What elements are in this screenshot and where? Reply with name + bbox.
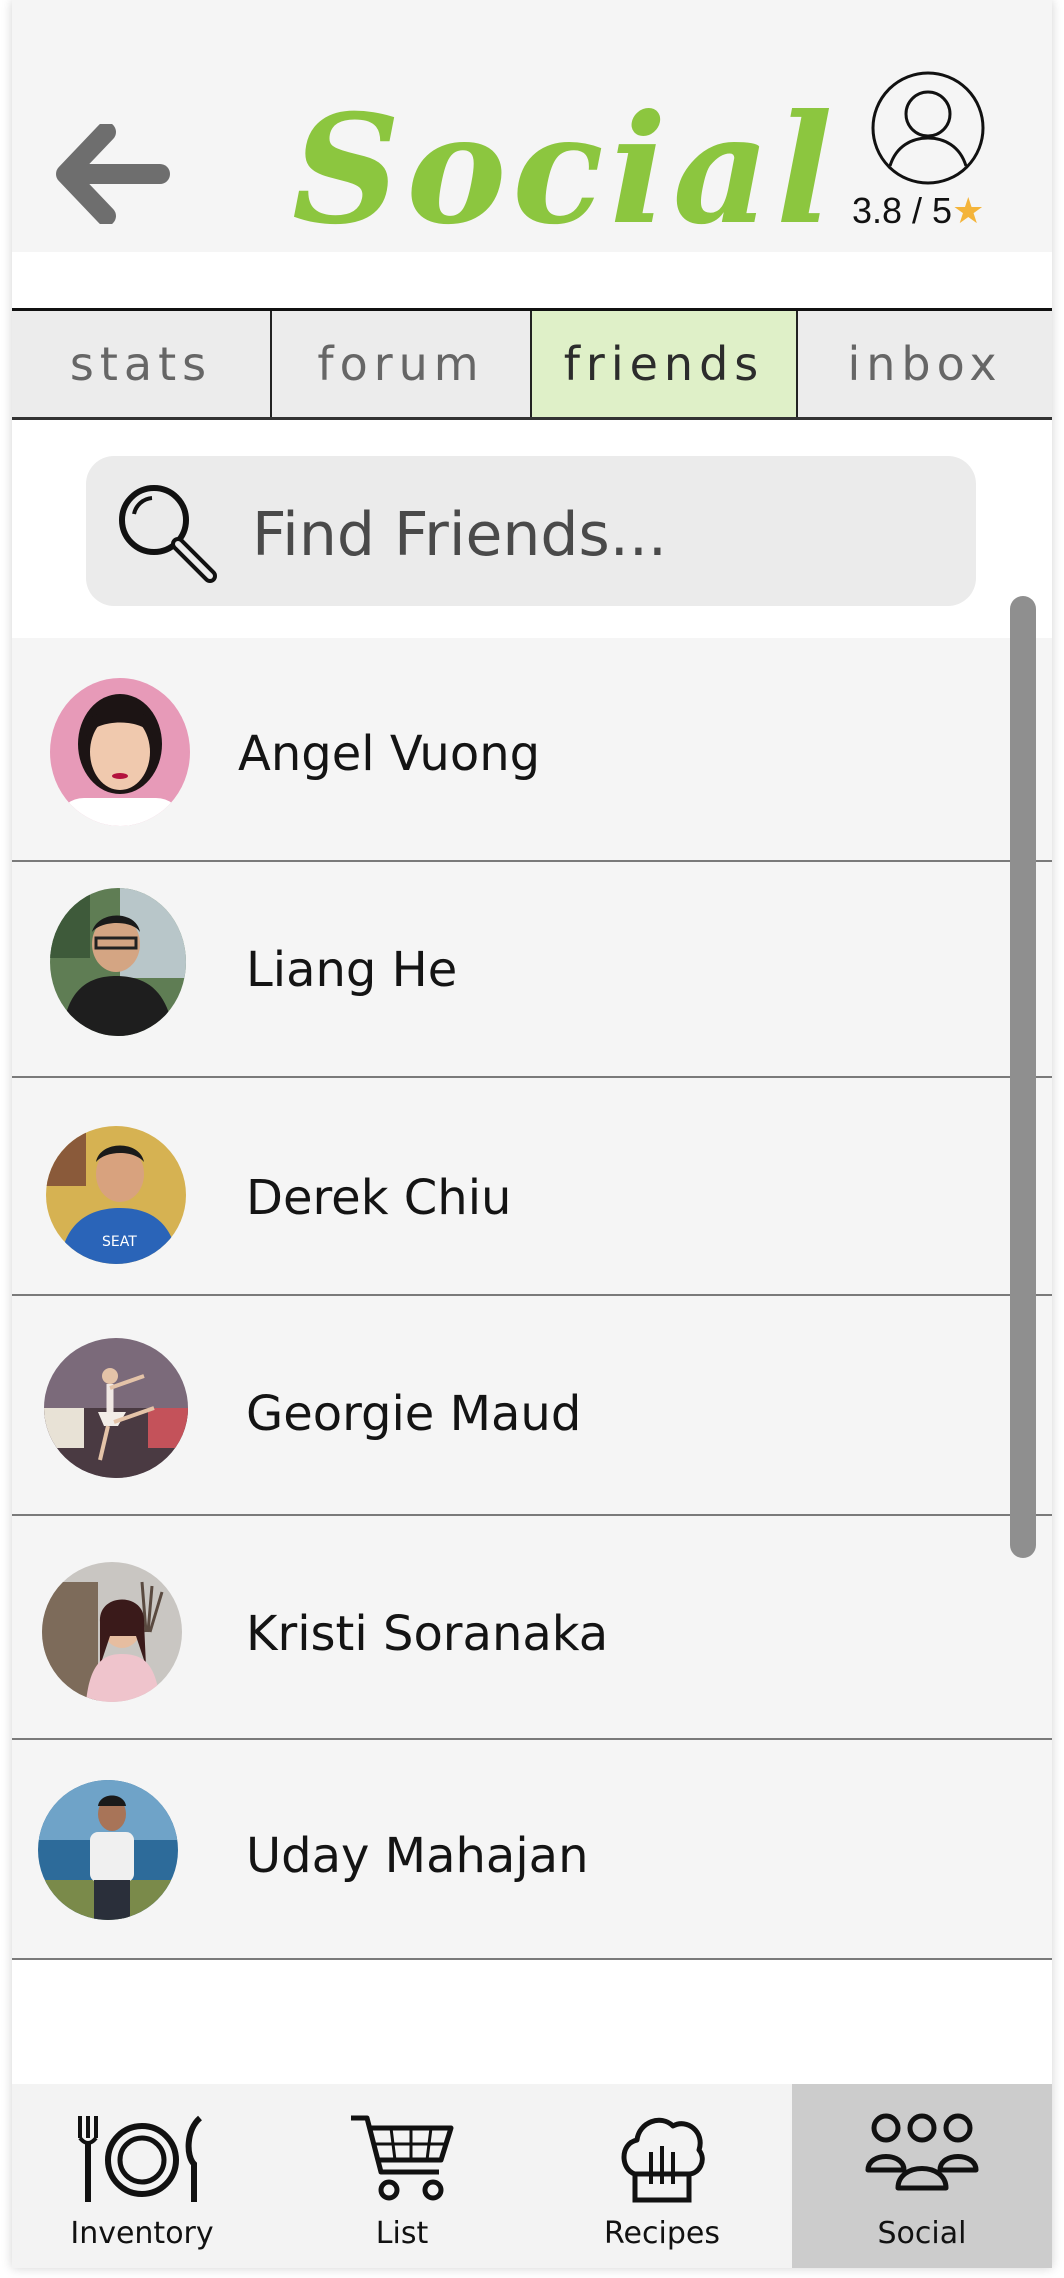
- scrollbar[interactable]: [1010, 596, 1036, 1558]
- profile-button[interactable]: [870, 70, 986, 186]
- friend-avatar: [42, 1562, 182, 1702]
- friend-avatar: [50, 888, 186, 1036]
- rating-value: 3.8 / 5: [852, 190, 953, 231]
- plate-cutlery-icon: [78, 2115, 203, 2202]
- header: Social 3.8 / 5★: [12, 0, 1052, 252]
- friend-name: Kristi Soranaka: [246, 1606, 609, 1662]
- tab-inbox[interactable]: inbox: [798, 311, 1052, 417]
- cart-icon: [351, 2115, 454, 2201]
- back-button[interactable]: [56, 122, 172, 226]
- friend-row[interactable]: Uday Mahajan: [12, 1740, 1052, 1960]
- search-icon: [119, 485, 217, 583]
- friends-list: Angel Vuong Liang He SEAT Derek Chiu Geo…: [12, 638, 1052, 1960]
- friend-avatar: [50, 678, 190, 826]
- friend-avatar: [38, 1780, 178, 1920]
- find-friends-search[interactable]: Find Friends...: [86, 456, 976, 606]
- bottom-nav: Inventory List Recipes Social: [12, 2084, 1052, 2268]
- nav-social[interactable]: Social: [792, 2084, 1052, 2268]
- friend-name: Uday Mahajan: [246, 1828, 589, 1884]
- nav-label: List: [375, 2216, 429, 2251]
- star-icon: ★: [952, 190, 985, 231]
- search-placeholder: Find Friends...: [252, 500, 667, 570]
- user-rating: 3.8 / 5★: [852, 190, 1032, 232]
- nav-label: Recipes: [604, 2216, 720, 2251]
- nav-list[interactable]: List: [272, 2084, 532, 2268]
- tab-forum[interactable]: forum: [272, 311, 532, 417]
- app-frame: Social 3.8 / 5★ stats forum friends inbo…: [12, 0, 1052, 2268]
- page-title: Social: [292, 82, 839, 258]
- tab-stats[interactable]: stats: [12, 311, 272, 417]
- friend-name: Derek Chiu: [246, 1170, 512, 1226]
- nav-recipes[interactable]: Recipes: [532, 2084, 792, 2268]
- tab-bar: stats forum friends inbox: [12, 308, 1052, 420]
- back-arrow-icon: [56, 122, 170, 226]
- friend-row[interactable]: Angel Vuong: [12, 638, 1052, 862]
- friend-name: Liang He: [246, 942, 458, 998]
- chef-hat-icon: [621, 2117, 705, 2203]
- tab-friends[interactable]: friends: [532, 311, 798, 417]
- friend-avatar: SEAT: [46, 1126, 186, 1264]
- friend-row[interactable]: Liang He: [12, 862, 1052, 1078]
- nav-inventory[interactable]: Inventory: [12, 2084, 272, 2268]
- nav-label: Inventory: [70, 2216, 214, 2251]
- friend-name: Angel Vuong: [238, 726, 541, 782]
- svg-text:SEAT: SEAT: [102, 1234, 137, 1250]
- friend-row[interactable]: Kristi Soranaka: [12, 1516, 1052, 1740]
- friend-name: Georgie Maud: [246, 1386, 582, 1442]
- friend-row[interactable]: Georgie Maud: [12, 1296, 1052, 1516]
- people-icon: [865, 2113, 979, 2191]
- nav-label: Social: [877, 2216, 967, 2251]
- friend-row[interactable]: SEAT Derek Chiu: [12, 1078, 1052, 1296]
- friend-avatar: [44, 1338, 188, 1478]
- user-profile-icon: [871, 71, 985, 185]
